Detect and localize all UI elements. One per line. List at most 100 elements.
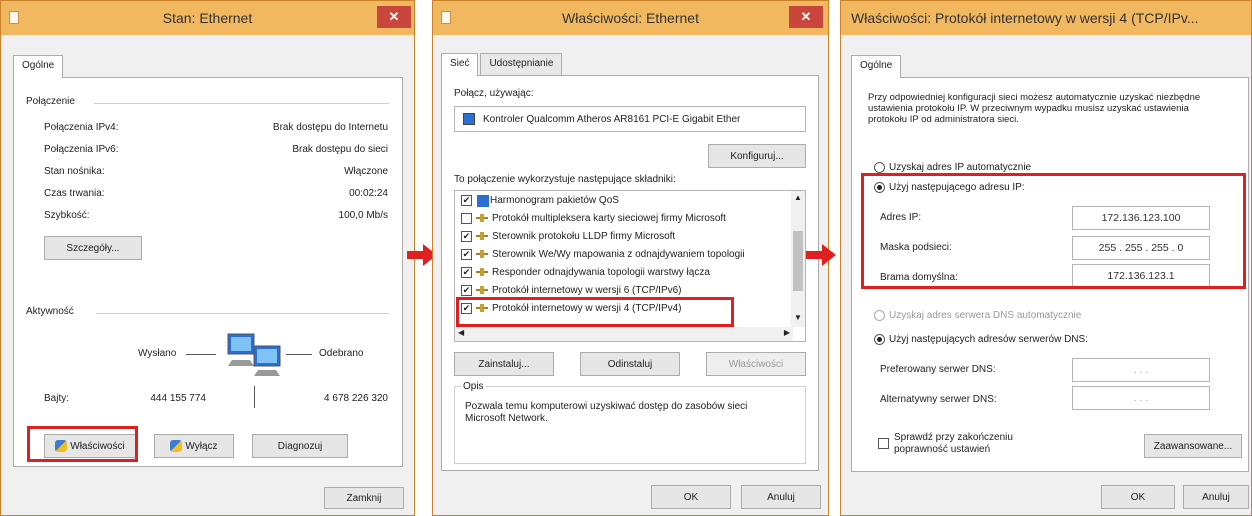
- radio-label: Uzyskaj adres IP automatycznie: [889, 162, 1032, 174]
- checkbox[interactable]: ✔: [461, 230, 472, 242]
- configure-button[interactable]: Konfiguruj...: [708, 144, 806, 168]
- shield-icon: [170, 440, 183, 452]
- titlebar: Właściwości: Ethernet ✕: [433, 1, 828, 35]
- disable-label: Wyłącz: [185, 440, 218, 452]
- horizontal-scrollbar[interactable]: ◀ ▶: [455, 327, 793, 341]
- list-item[interactable]: ✔ Sterownik We/Wy mapowania z odnajdywani…: [455, 247, 805, 264]
- auto-dns-radio[interactable]: Uzyskaj adres serwera DNS automatycznie: [874, 310, 1081, 321]
- window-title: Stan: Ethernet: [162, 10, 253, 26]
- ipv6-value: Brak dostępu do sieci: [292, 144, 388, 155]
- network-adapter-icon: [463, 113, 475, 125]
- bytes-label: Bajty:: [44, 393, 70, 404]
- chevron-up-icon[interactable]: ▲: [794, 193, 802, 202]
- preferred-dns-field[interactable]: . . .: [1072, 358, 1210, 382]
- close-icon[interactable]: ✕: [789, 6, 823, 28]
- checkbox[interactable]: [878, 438, 889, 449]
- item-label: Sterownik We/Wy mapowania z odnajdywanie…: [492, 249, 745, 260]
- components-label: To połączenie wykorzystuje następujące s…: [454, 174, 676, 185]
- ok-button[interactable]: OK: [651, 485, 731, 509]
- bytes-received: 4 678 226 320: [324, 393, 388, 404]
- chevron-left-icon[interactable]: ◀: [458, 328, 464, 337]
- uninstall-button[interactable]: Odinstaluj: [580, 352, 680, 376]
- auto-ip-radio[interactable]: Uzyskaj adres IP automatycznie: [874, 162, 1031, 173]
- intro-text: Przy odpowiedniej konfiguracji sieci moż…: [868, 92, 1201, 125]
- tab-general[interactable]: Ogólne: [13, 55, 64, 78]
- cancel-button[interactable]: Anuluj: [741, 485, 821, 509]
- duration-label: Czas trwania:: [44, 188, 105, 199]
- activity-header: Aktywność: [26, 306, 74, 317]
- alternate-dns-field[interactable]: . . .: [1072, 386, 1210, 410]
- item-label: Responder odnajdywania topologii warstwy…: [492, 267, 710, 278]
- connect-using-label: Połącz, używając:: [454, 88, 534, 99]
- radio[interactable]: [874, 310, 885, 321]
- arrow-right-icon: [806, 244, 836, 266]
- radio[interactable]: [874, 334, 885, 345]
- chevron-right-icon[interactable]: ▶: [784, 328, 790, 337]
- network-panel: Połącz, używając: Kontroler Qualcomm Ath…: [441, 75, 819, 471]
- install-button[interactable]: Zainstaluj...: [454, 352, 554, 376]
- protocol-icon: [476, 286, 488, 295]
- tab-network[interactable]: Sieć: [441, 53, 479, 76]
- diagnose-button[interactable]: Diagnozuj: [252, 434, 348, 458]
- description-group: Opis Pozwala temu komputerowi uzyskiwać …: [454, 381, 806, 464]
- qos-icon: [477, 195, 489, 207]
- manual-dns-radio[interactable]: Użyj następujących adresów serwerów DNS:: [874, 334, 1088, 345]
- checkbox[interactable]: ✔: [461, 266, 472, 278]
- list-item[interactable]: ✔ Responder odnajdywania topologii warstw…: [455, 265, 805, 282]
- radio-label: Uzyskaj adres serwera DNS automatycznie: [889, 310, 1082, 322]
- chevron-down-icon[interactable]: ▼: [794, 313, 802, 322]
- status-window: Stan: Ethernet ✕ Ogólne Połączenie Połąc…: [0, 0, 415, 516]
- item-label: Protokół multipleksera karty sieciowej f…: [492, 213, 726, 224]
- sent-label: Wysłano: [138, 348, 177, 359]
- media-label: Stan nośnika:: [44, 166, 105, 177]
- ipv4-value: Brak dostępu do Internetu: [272, 122, 388, 133]
- checkbox[interactable]: ✔: [461, 194, 472, 206]
- list-item[interactable]: Protokół multipleksera karty sieciowej f…: [455, 211, 805, 228]
- checkbox[interactable]: ✔: [461, 248, 472, 260]
- disable-button[interactable]: Wyłącz: [154, 434, 234, 458]
- tab-sharing[interactable]: Udostępnianie: [480, 53, 563, 75]
- duration-value: 00:02:24: [349, 188, 388, 199]
- protocol-icon: [476, 250, 488, 259]
- close-button[interactable]: Zamknij: [324, 487, 404, 509]
- item-label: Harmonogram pakietów QoS: [490, 195, 619, 206]
- adapter-name: Kontroler Qualcomm Atheros AR8161 PCI-E …: [483, 114, 741, 125]
- preferred-dns-label: Preferowany serwer DNS:: [880, 364, 996, 375]
- details-button[interactable]: Szczegóły...: [44, 236, 142, 260]
- list-item[interactable]: ✔ Sterownik protokołu LLDP firmy Microsof…: [455, 229, 805, 246]
- protocol-icon: [476, 214, 488, 223]
- titlebar: Stan: Ethernet ✕: [1, 1, 414, 35]
- advanced-button[interactable]: Zaawansowane...: [1144, 434, 1242, 458]
- window-title: Właściwości: Ethernet: [562, 10, 699, 26]
- radio-label: Użyj następujących adresów serwerów DNS:: [889, 334, 1088, 346]
- ethernet-properties-window: Właściwości: Ethernet ✕ Sieć Udostępnian…: [432, 0, 829, 516]
- protocol-icon: [476, 232, 488, 241]
- adapter-box: Kontroler Qualcomm Atheros AR8161 PCI-E …: [454, 106, 806, 132]
- cancel-button[interactable]: Anuluj: [1183, 485, 1249, 509]
- checkbox[interactable]: ✔: [461, 284, 472, 296]
- general-panel: Połączenie Połączenia IPv4: Brak dostępu…: [13, 77, 403, 467]
- titlebar: Właściwości: Protokół internetowy w wers…: [841, 1, 1251, 35]
- item-label: Protokół internetowy w wersji 6 (TCP/IPv…: [492, 285, 682, 296]
- validate-checkbox[interactable]: Sprawdź przy zakończeniu poprawność usta…: [878, 432, 1068, 456]
- alternate-dns-label: Alternatywny serwer DNS:: [880, 394, 997, 405]
- description-text: Pozwala temu komputerowi uzyskiwać dostę…: [465, 401, 748, 424]
- vertical-scrollbar[interactable]: ▲ ▼: [791, 191, 805, 327]
- checkbox[interactable]: [461, 212, 472, 224]
- highlight-properties: [27, 426, 138, 462]
- network-computers-icon: [227, 333, 281, 376]
- ipv4-properties-window: Właściwości: Protokół internetowy w wers…: [840, 0, 1252, 516]
- radio[interactable]: [874, 162, 885, 173]
- properties-button[interactable]: Właściwości: [706, 352, 806, 376]
- tab-general[interactable]: Ogólne: [851, 55, 902, 78]
- list-item[interactable]: ✔ Harmonogram pakietów QoS: [455, 193, 805, 210]
- checkbox-label: Sprawdź przy zakończeniu poprawność usta…: [894, 432, 1013, 455]
- bytes-sent: 444 155 774: [150, 393, 206, 404]
- description-header: Opis: [461, 381, 486, 392]
- close-icon[interactable]: ✕: [377, 6, 411, 28]
- scroll-thumb[interactable]: [793, 231, 803, 291]
- received-label: Odebrano: [319, 348, 364, 359]
- ok-button[interactable]: OK: [1101, 485, 1175, 509]
- ipv4-label: Połączenia IPv4:: [44, 122, 119, 133]
- media-value: Włączone: [344, 166, 388, 177]
